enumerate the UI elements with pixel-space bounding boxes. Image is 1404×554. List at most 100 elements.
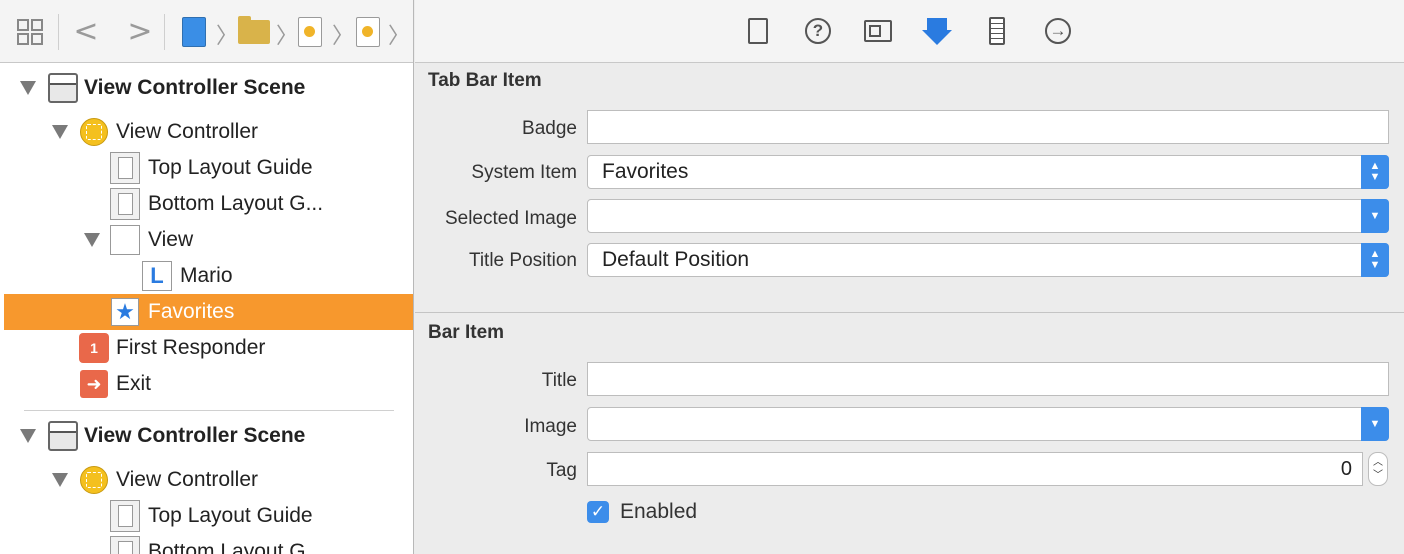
- outline-row-label: View Controller: [116, 468, 259, 491]
- outline-row-label: View Controller: [116, 120, 259, 143]
- jumpbar-storyboard-base[interactable]: [354, 14, 382, 50]
- attributes-inspector-tab[interactable]: [922, 16, 952, 46]
- disclosure-triangle-icon[interactable]: [52, 125, 68, 139]
- jumpbar-storyboard[interactable]: [296, 14, 324, 50]
- first-responder-icon: 1: [79, 333, 109, 363]
- outline-row-view[interactable]: View: [4, 222, 413, 258]
- up-down-arrows-icon: ▲ ▼: [1361, 155, 1389, 189]
- outline-row-top-layout-guide[interactable]: Top Layout Guide: [4, 498, 413, 534]
- utilities-inspector: ? → Tab Bar Item Badge System Item Favor…: [415, 0, 1404, 554]
- storyboard-file-icon: [298, 17, 322, 47]
- scene-divider: [24, 410, 394, 411]
- size-inspector-tab[interactable]: [982, 16, 1012, 46]
- outline-row-label: Top Layout Guide: [148, 156, 313, 179]
- star-icon: ★: [111, 298, 139, 326]
- scene-icon: [48, 73, 78, 103]
- outline-row-favorites[interactable]: ★ Favorites: [4, 294, 413, 330]
- section-title-tab-bar-item: Tab Bar Item: [428, 70, 542, 91]
- image-combo[interactable]: ▼: [587, 407, 1389, 441]
- outline-row-label: View: [148, 228, 194, 251]
- folder-icon: [238, 16, 270, 44]
- section-divider: [415, 312, 1404, 313]
- storyboard-file-icon: [356, 17, 380, 47]
- stepper-up-icon[interactable]: ︿: [1373, 456, 1383, 469]
- jumpbar-separator: [164, 14, 165, 50]
- chevron-right-icon: >: [127, 14, 153, 49]
- section-title-bar-item: Bar Item: [428, 322, 505, 343]
- path-chevron-icon: 〉: [388, 23, 411, 48]
- layout-guide-icon: [110, 152, 140, 184]
- outline-row-label: Favorites: [148, 300, 235, 323]
- project-file-icon: [182, 17, 206, 47]
- selected-image-combo[interactable]: ▼: [587, 199, 1389, 233]
- file-inspector-tab[interactable]: [743, 16, 773, 46]
- title-field[interactable]: [587, 362, 1389, 396]
- outline-row-scene[interactable]: View Controller Scene: [4, 418, 413, 454]
- inspector-selector-bar: ? →: [415, 0, 1404, 63]
- outline-row-view-controller[interactable]: View Controller: [4, 462, 413, 498]
- outline-row-scene[interactable]: View Controller Scene: [4, 70, 413, 106]
- quick-help-icon: ?: [805, 18, 831, 44]
- outline-row-label: View Controller Scene: [84, 424, 306, 447]
- tag-stepper[interactable]: ︿ ﹀: [1368, 452, 1388, 486]
- outline-row-exit[interactable]: ➜ Exit: [4, 366, 413, 402]
- system-item-label: System Item: [471, 162, 577, 183]
- selected-image-label: Selected Image: [444, 208, 577, 229]
- system-item-value: Favorites: [602, 160, 689, 183]
- related-items-grid-icon[interactable]: [14, 14, 46, 50]
- disclosure-triangle-icon[interactable]: [20, 429, 36, 443]
- system-item-popup[interactable]: Favorites ▲ ▼: [587, 155, 1389, 189]
- enabled-label: Enabled: [620, 500, 698, 523]
- chevron-left-icon: <: [73, 14, 99, 49]
- outline-row-first-responder[interactable]: 1 First Responder: [4, 330, 413, 366]
- tag-label: Tag: [546, 460, 577, 481]
- checkmark-icon: ✓: [590, 502, 606, 521]
- identity-inspector-icon: [864, 20, 892, 42]
- outline-row-label: Bottom Layout G...: [148, 540, 324, 554]
- path-chevron-icon: 〉: [216, 23, 239, 48]
- layout-guide-icon: [110, 188, 140, 220]
- disclosure-triangle-icon[interactable]: [20, 81, 36, 95]
- jumpbar-group[interactable]: [236, 14, 272, 50]
- title-label: Title: [541, 370, 577, 391]
- exit-icon: ➜: [80, 370, 108, 398]
- tag-field[interactable]: 0: [587, 452, 1363, 486]
- enabled-checkbox[interactable]: ✓: [587, 501, 609, 523]
- outline-row-label: Exit: [116, 372, 152, 395]
- badge-field[interactable]: [587, 110, 1389, 144]
- jump-bar: < > 〉 〉 〉 〉: [0, 0, 413, 63]
- jumpbar-separator: [58, 14, 59, 50]
- outline-row-bottom-layout-guide[interactable]: Bottom Layout G...: [4, 534, 413, 554]
- connections-inspector-tab[interactable]: →: [1043, 16, 1073, 46]
- scene-icon: [48, 421, 78, 451]
- title-position-label: Title Position: [468, 250, 577, 271]
- back-button[interactable]: <: [72, 14, 100, 50]
- connections-inspector-icon: →: [1045, 18, 1071, 44]
- document-outline: < > 〉 〉 〉 〉 View Controller Scene View C…: [0, 0, 414, 554]
- outline-row-label: Bottom Layout G...: [148, 192, 324, 215]
- quick-help-tab[interactable]: ?: [803, 16, 833, 46]
- up-down-arrows-icon: ▲ ▼: [1361, 243, 1389, 277]
- chevron-down-icon: ▼: [1361, 199, 1389, 233]
- layout-guide-icon: [110, 536, 140, 554]
- outline-row-label: First Responder: [116, 336, 266, 359]
- path-chevron-icon: 〉: [332, 23, 355, 48]
- outline-row-bottom-layout-guide[interactable]: Bottom Layout G...: [4, 186, 413, 222]
- size-inspector-icon: [989, 17, 1005, 45]
- jumpbar-project[interactable]: [180, 14, 208, 50]
- outline-row-label: View Controller Scene: [84, 76, 306, 99]
- outline-row-label-mario[interactable]: L Mario: [4, 258, 413, 294]
- path-chevron-icon: 〉: [276, 23, 299, 48]
- view-controller-icon: [80, 466, 108, 494]
- title-position-popup[interactable]: Default Position ▲ ▼: [587, 243, 1389, 277]
- identity-inspector-tab[interactable]: [863, 16, 893, 46]
- disclosure-triangle-icon[interactable]: [52, 473, 68, 487]
- title-position-value: Default Position: [602, 248, 750, 271]
- disclosure-triangle-icon[interactable]: [84, 233, 100, 247]
- outline-row-view-controller[interactable]: View Controller: [4, 114, 413, 150]
- forward-button[interactable]: >: [126, 14, 154, 50]
- outline-row-top-layout-guide[interactable]: Top Layout Guide: [4, 150, 413, 186]
- stepper-down-icon[interactable]: ﹀: [1373, 469, 1383, 482]
- chevron-down-icon: ▼: [1361, 407, 1389, 441]
- view-icon: [110, 225, 140, 255]
